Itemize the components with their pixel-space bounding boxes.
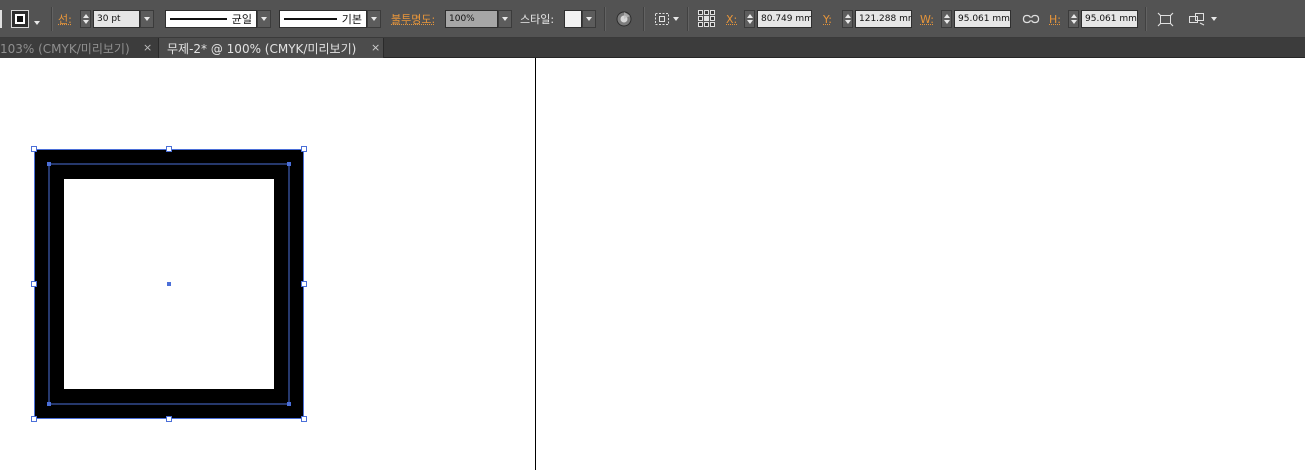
chevron-down-icon: [502, 17, 508, 21]
chevron-down-icon: [371, 17, 377, 21]
isolate-object-button[interactable]: [1188, 0, 1217, 38]
chevron-down-icon: [144, 17, 150, 21]
width-stepper[interactable]: [941, 10, 952, 28]
y-label[interactable]: Y:: [823, 13, 832, 26]
opacity-dropdown[interactable]: [498, 10, 512, 28]
width-profile-control: 균일: [165, 0, 271, 38]
opacity-control: 100%: [445, 0, 512, 38]
stroke-weight-input[interactable]: 30 pt: [93, 10, 140, 28]
recolor-artwork-button[interactable]: [616, 0, 632, 38]
isolate-object-icon: [1189, 13, 1205, 26]
chevron-down-icon: [34, 20, 40, 25]
y-position-input[interactable]: 121.288 mm: [855, 10, 912, 28]
width-profile-select[interactable]: 균일: [165, 10, 257, 28]
toolbar-grip: [0, 0, 3, 38]
document-tab-bar: 103% (CMYK/미리보기) × 무제-2* @ 100% (CMYK/미리…: [0, 38, 1305, 58]
y-position-control: 121.288 mm: [842, 0, 912, 38]
stroke-color-dropdown[interactable]: [34, 10, 40, 29]
constrain-proportions-button[interactable]: [1022, 0, 1040, 38]
brush-definition-control: 기본: [279, 0, 381, 38]
reference-point-locator[interactable]: [698, 0, 716, 38]
chevron-down-icon: [673, 17, 679, 21]
width-input[interactable]: 95.061 mm: [954, 10, 1011, 28]
align-to-button[interactable]: [654, 0, 679, 38]
x-position-control: 80.749 mm: [744, 0, 812, 38]
stroke-color-icon: [11, 10, 29, 28]
chevron-down-icon: [1211, 17, 1217, 21]
graphic-style-swatch[interactable]: [564, 10, 582, 28]
width-label[interactable]: W:: [920, 13, 934, 26]
width-profile-dropdown[interactable]: [257, 10, 271, 28]
document-canvas[interactable]: [0, 58, 1305, 470]
brush-definition-select[interactable]: 기본: [279, 10, 367, 28]
style-label: 스타일:: [520, 13, 555, 26]
align-to-icon: [655, 13, 669, 25]
opacity-label[interactable]: 불투명도:: [391, 11, 435, 27]
constrain-proportions-icon: [1022, 14, 1040, 24]
brush-definition-label: 기본: [341, 13, 362, 26]
stroke-weight-stepper[interactable]: [80, 10, 91, 28]
control-toolbar: 선: 30 pt 균일 기본 불투명도: 100% 스타일: X: 80.749…: [0, 0, 1305, 38]
height-label[interactable]: H:: [1049, 13, 1061, 26]
stroke-color-button[interactable]: [11, 0, 40, 38]
chevron-down-icon: [261, 17, 267, 21]
tab-title: 무제-2* @ 100% (CMYK/미리보기): [167, 41, 357, 56]
stroke-weight-dropdown[interactable]: [140, 10, 154, 28]
y-position-stepper[interactable]: [842, 10, 853, 28]
close-icon[interactable]: ×: [143, 41, 152, 54]
illustrator-window: 선: 30 pt 균일 기본 불투명도: 100% 스타일: X: 80.749…: [0, 0, 1305, 470]
x-label[interactable]: X:: [726, 13, 737, 26]
stroke-label[interactable]: 선:: [58, 11, 72, 27]
tab-title: 103% (CMYK/미리보기): [0, 41, 130, 56]
center-point: [167, 282, 171, 286]
x-position-input[interactable]: 80.749 mm: [757, 10, 812, 28]
graphic-style-dropdown[interactable]: [582, 10, 596, 28]
height-control: 95.061 mm: [1068, 0, 1138, 38]
artwork-layer: [31, 146, 307, 422]
graphic-style-control: [564, 0, 596, 38]
width-profile-label: 균일: [231, 13, 252, 26]
reference-point-icon: [698, 10, 715, 27]
recolor-artwork-icon: [616, 11, 632, 27]
stroke-weight-control: 30 pt: [80, 0, 154, 38]
transform-button[interactable]: [1157, 0, 1174, 38]
transform-icon: [1157, 12, 1174, 26]
close-icon[interactable]: ×: [371, 41, 380, 54]
x-position-stepper[interactable]: [744, 10, 755, 28]
width-control: 95.061 mm: [941, 0, 1011, 38]
chevron-down-icon: [586, 17, 592, 21]
opacity-input[interactable]: 100%: [445, 10, 498, 28]
height-stepper[interactable]: [1068, 10, 1079, 28]
brush-definition-dropdown[interactable]: [367, 10, 381, 28]
tab-document-1[interactable]: 103% (CMYK/미리보기) ×: [0, 38, 158, 58]
tab-document-2[interactable]: 무제-2* @ 100% (CMYK/미리보기) ×: [158, 38, 384, 58]
height-input[interactable]: 95.061 mm: [1081, 10, 1138, 28]
